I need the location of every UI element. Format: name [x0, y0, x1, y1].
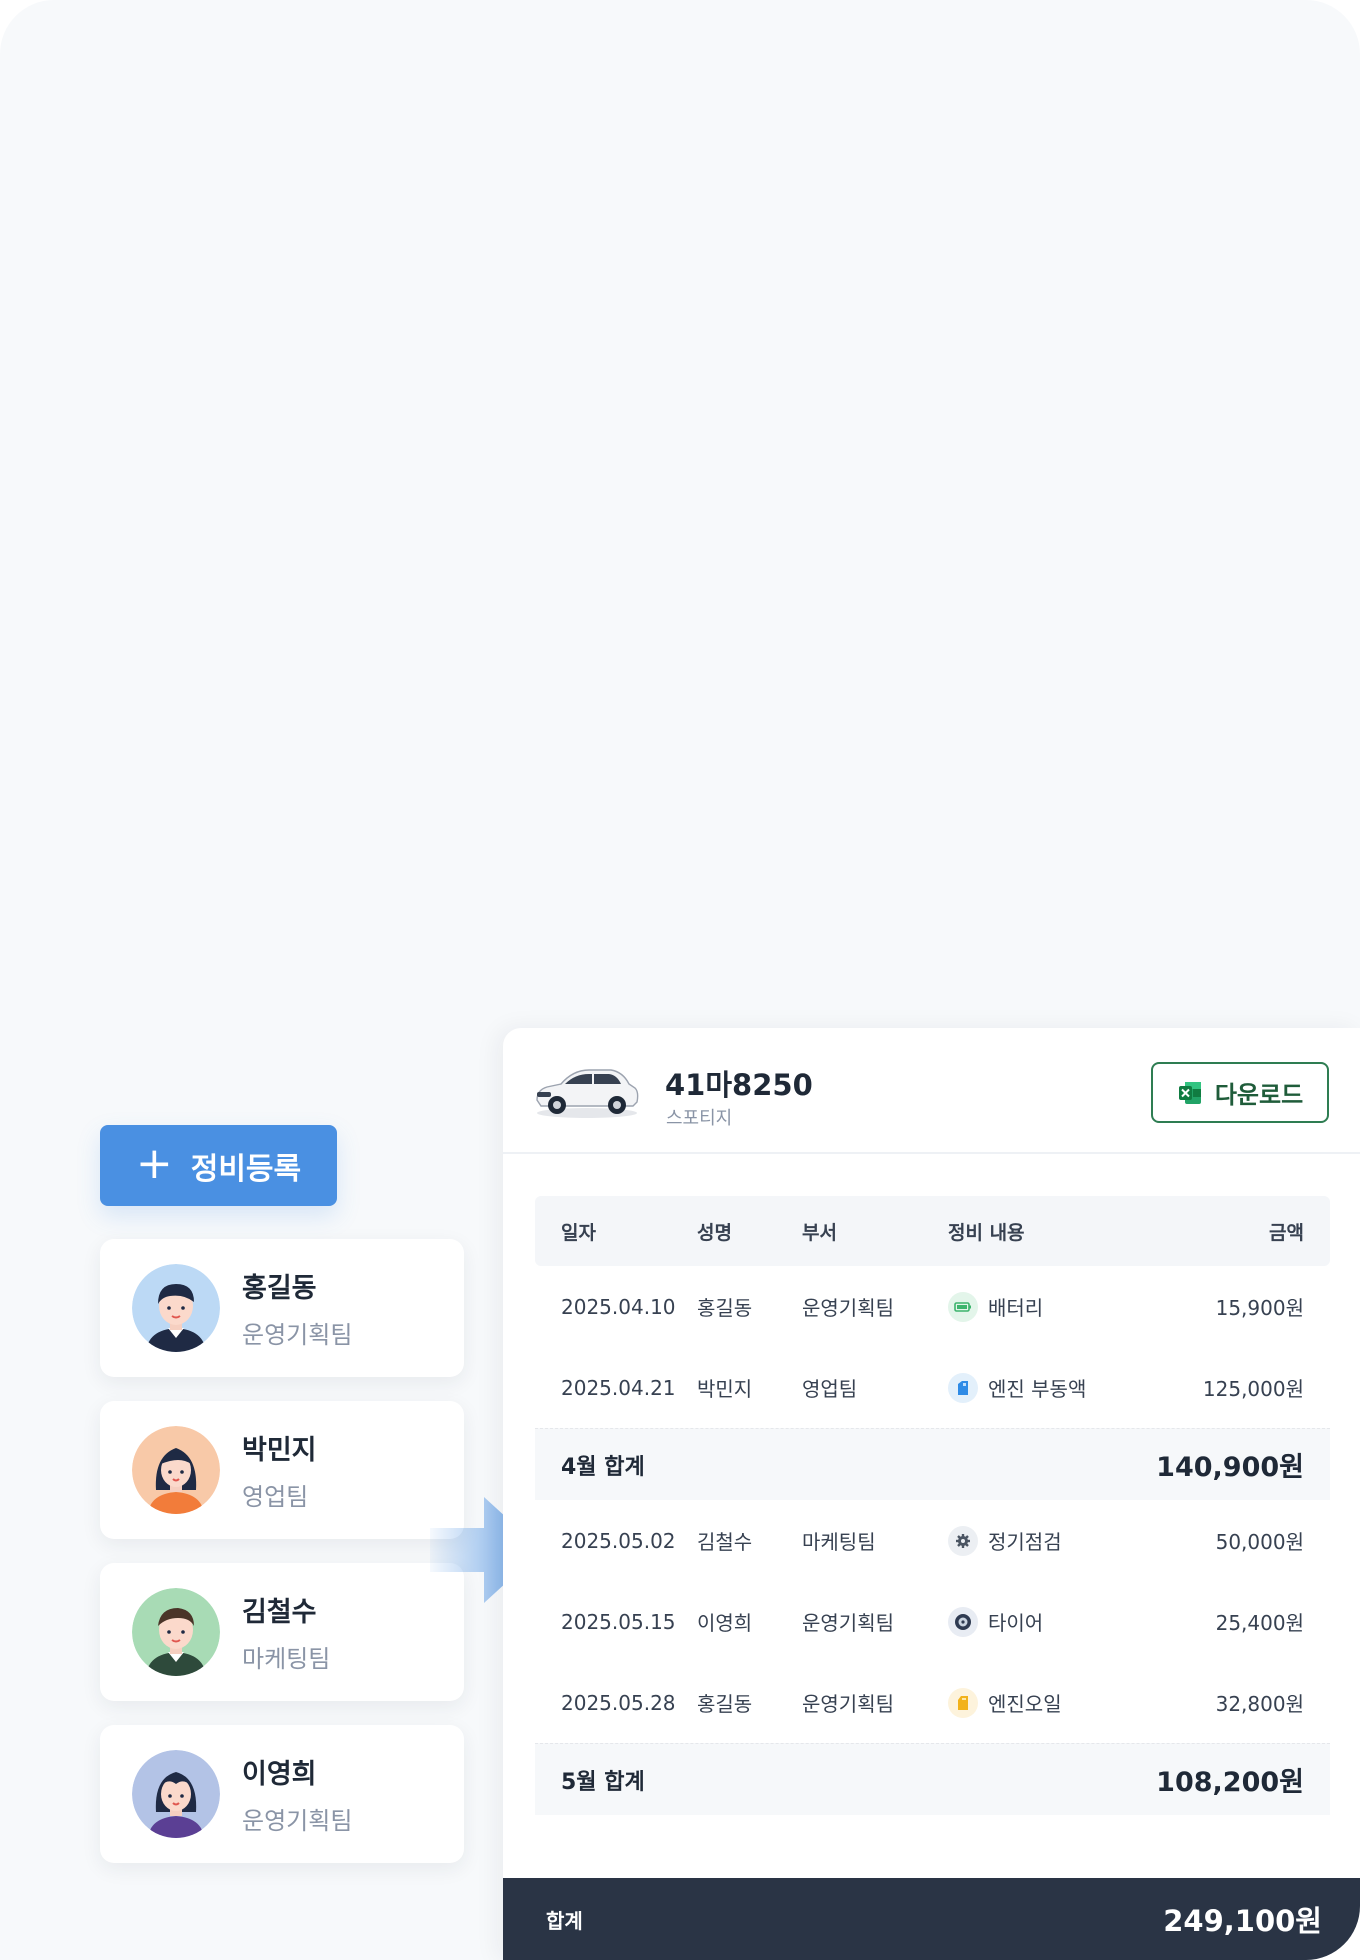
col-amount: 금액 [1269, 1221, 1304, 1244]
cell-dept: 운영기획팀 [802, 1692, 894, 1716]
table-row[interactable]: 2025.05.15 이영희 운영기획팀 타이어 25,400원 [535, 1581, 1330, 1662]
total-bar: 합계 249,100원 [503, 1878, 1360, 1960]
person-name: 김철수 [242, 1597, 317, 1628]
cell-dept: 운영기획팀 [802, 1611, 894, 1635]
cell-dept: 마케팅팀 [802, 1530, 876, 1554]
cell-amount: 50,000원 [1215, 1530, 1304, 1554]
cell-item: 정기점검 [948, 1525, 1168, 1556]
tire-icon [948, 1606, 978, 1637]
table-row[interactable]: 2025.05.02 김철수 마케팅팀 정기점검 50,000원 [535, 1500, 1330, 1581]
cell-amount: 25,400원 [1215, 1611, 1304, 1635]
excel-icon [1178, 1081, 1201, 1104]
cell-dept: 영업팀 [802, 1377, 858, 1401]
download-button[interactable]: 다운로드 [1151, 1062, 1329, 1123]
col-dept: 부서 [802, 1221, 837, 1244]
maintenance-table: 일자 성명 부서 정비 내용 금액 2025.04.10 홍길동 운영기획팀 배… [535, 1196, 1330, 1815]
cell-name: 김철수 [697, 1530, 753, 1554]
person-card-lee[interactable]: 이영희 운영기획팀 [100, 1725, 464, 1863]
oil-icon [948, 1687, 978, 1718]
total-label: 합계 [546, 1908, 583, 1933]
avatar [132, 1588, 220, 1676]
person-card-kim[interactable]: 김철수 마케팅팀 [100, 1563, 464, 1701]
col-item: 정비 내용 [948, 1221, 1025, 1244]
table-row[interactable]: 2025.04.21 박민지 영업팀 엔진 부동액 125,000원 [535, 1347, 1330, 1428]
gear-icon [948, 1525, 978, 1556]
download-label: 다운로드 [1214, 1081, 1304, 1109]
cell-name: 이영희 [697, 1611, 753, 1635]
car-image [536, 1069, 639, 1118]
avatar [132, 1264, 220, 1352]
table-row[interactable]: 2025.05.28 홍길동 운영기획팀 엔진오일 32,800원 [535, 1662, 1330, 1743]
item-label: 배터리 [988, 1296, 1044, 1320]
avatar [132, 1426, 220, 1514]
item-label: 엔진오일 [988, 1692, 1062, 1716]
cell-dept: 운영기획팀 [802, 1296, 894, 1320]
person-card-hong[interactable]: 홍길동 운영기획팀 [100, 1239, 464, 1377]
item-label: 엔진 부동액 [988, 1377, 1087, 1401]
subtotal-label: 4월 합계 [561, 1454, 645, 1480]
cell-item: 엔진 부동액 [948, 1372, 1168, 1403]
app-frame: + 정비등록 홍길동 운영기획팀 박민지 영업팀 김철수 마케팅팀 이영희 운영… [0, 0, 1360, 1960]
person-card-park[interactable]: 박민지 영업팀 [100, 1401, 464, 1539]
item-label: 타이어 [988, 1611, 1044, 1635]
col-name: 성명 [697, 1221, 732, 1244]
cell-amount: 125,000원 [1202, 1377, 1304, 1401]
col-date: 일자 [561, 1221, 596, 1244]
cell-name: 박민지 [697, 1377, 753, 1401]
cell-date: 2025.05.15 [561, 1609, 676, 1634]
cell-date: 2025.04.21 [561, 1375, 676, 1400]
person-name: 박민지 [242, 1435, 317, 1466]
subtotal-value: 140,900원 [1156, 1452, 1304, 1483]
vehicle-model: 스포티지 [666, 1108, 733, 1129]
person-dept: 운영기획팀 [242, 1807, 353, 1835]
vehicle-plate: 41마8250 [665, 1068, 813, 1102]
subtotal-row: 5월 합계 108,200원 [535, 1743, 1330, 1815]
person-name: 홍길동 [242, 1273, 317, 1304]
person-name: 이영희 [242, 1759, 317, 1790]
person-dept: 운영기획팀 [242, 1321, 353, 1349]
cell-name: 홍길동 [697, 1692, 753, 1716]
table-row[interactable]: 2025.04.10 홍길동 운영기획팀 배터리 15,900원 [535, 1266, 1330, 1347]
battery-icon [948, 1291, 978, 1322]
panel-header: 41마8250 스포티지 다운로드 [503, 1028, 1360, 1154]
person-dept: 영업팀 [242, 1483, 309, 1511]
plus-icon: + [135, 1137, 173, 1189]
register-maintenance-button[interactable]: + 정비등록 [100, 1125, 337, 1206]
cell-date: 2025.05.28 [561, 1690, 676, 1715]
coolant-icon [948, 1372, 978, 1403]
cell-item: 타이어 [948, 1606, 1168, 1637]
item-label: 정기점검 [988, 1530, 1062, 1554]
cell-date: 2025.04.10 [561, 1294, 676, 1319]
subtotal-label: 5월 합계 [561, 1769, 645, 1795]
cell-item: 배터리 [948, 1291, 1168, 1322]
cell-amount: 15,900원 [1215, 1296, 1304, 1320]
register-button-label: 정비등록 [190, 1151, 302, 1187]
person-dept: 마케팅팀 [242, 1645, 331, 1673]
cell-amount: 32,800원 [1215, 1692, 1304, 1716]
maintenance-panel: 41마8250 스포티지 다운로드 일자 성명 부서 정비 내용 금액 2025… [503, 1028, 1360, 1960]
avatar [132, 1750, 220, 1838]
table-header: 일자 성명 부서 정비 내용 금액 [535, 1196, 1330, 1266]
subtotal-value: 108,200원 [1156, 1767, 1304, 1798]
subtotal-row: 4월 합계 140,900원 [535, 1428, 1330, 1500]
cell-name: 홍길동 [697, 1296, 753, 1320]
cell-item: 엔진오일 [948, 1687, 1168, 1718]
total-value: 249,100원 [1163, 1904, 1322, 1938]
cell-date: 2025.05.02 [561, 1528, 676, 1553]
